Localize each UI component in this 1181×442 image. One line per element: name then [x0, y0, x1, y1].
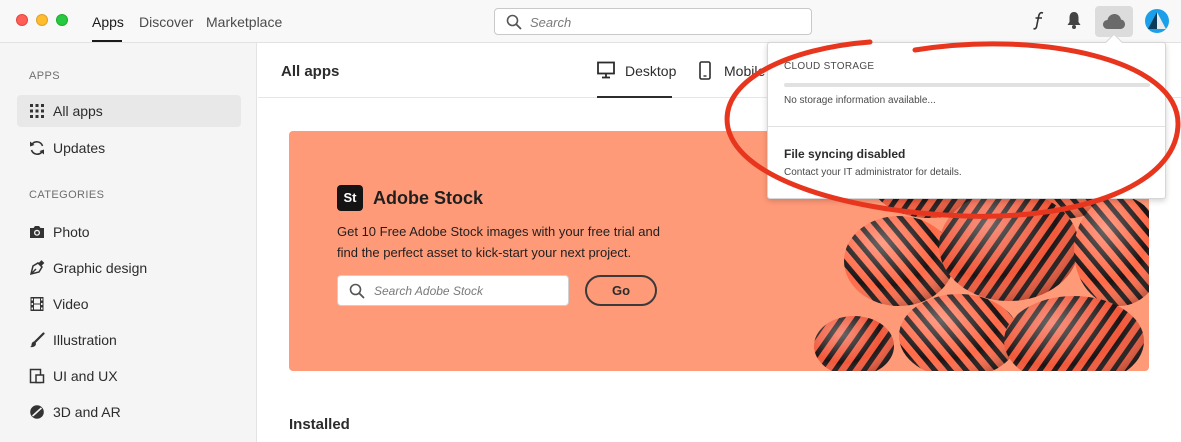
banner-description: Get 10 Free Adobe Stock images with your… — [337, 224, 661, 260]
stock-search[interactable] — [337, 275, 569, 306]
categories-heading: CATEGORIES — [29, 189, 105, 201]
tab-desktop-label: Desktop — [625, 63, 677, 79]
storage-info-text: No storage information available... — [784, 95, 936, 106]
storage-progress-bar — [784, 83, 1150, 87]
fonts-icon[interactable] — [1031, 10, 1047, 30]
sidebar-item-label: Photo — [53, 224, 90, 240]
sidebar-item-label: Graphic design — [53, 260, 148, 276]
avatar-image — [1148, 12, 1166, 29]
sidebar-item-label: Video — [53, 296, 89, 312]
minimize-window-button[interactable] — [36, 14, 48, 26]
tab-marketplace[interactable]: Marketplace — [206, 14, 282, 30]
ui-ux-icon — [29, 368, 45, 384]
search-icon — [506, 14, 522, 30]
global-search[interactable] — [494, 8, 812, 35]
sidebar-item-photo[interactable]: Photo — [17, 216, 241, 248]
close-window-button[interactable] — [16, 14, 28, 26]
cloud-storage-button[interactable] — [1095, 6, 1133, 37]
film-icon — [30, 297, 44, 311]
3d-icon — [30, 405, 44, 419]
phone-icon — [699, 61, 711, 80]
installed-heading: Installed — [289, 416, 350, 433]
sidebar-item-label: Illustration — [53, 332, 117, 348]
cloud-storage-heading: CLOUD STORAGE — [784, 61, 875, 72]
active-view-indicator — [597, 96, 672, 98]
sidebar-item-illustration[interactable]: Illustration — [17, 324, 241, 356]
sidebar: APPS All apps Updates CATEGORIES Photo G… — [0, 43, 257, 442]
cloud-icon — [1103, 14, 1125, 29]
sync-status-title: File syncing disabled — [784, 147, 906, 161]
sidebar-item-label: Updates — [53, 140, 106, 156]
sidebar-item-label: All apps — [53, 103, 103, 119]
avatar[interactable] — [1145, 9, 1169, 33]
sidebar-item-ui-ux[interactable]: UI and UX — [17, 360, 241, 392]
camera-icon — [30, 226, 44, 238]
stock-search-input[interactable] — [374, 282, 559, 300]
zoom-window-button[interactable] — [56, 14, 68, 26]
page-title: All apps — [281, 63, 340, 80]
go-button[interactable]: Go — [585, 275, 657, 306]
sidebar-item-label: UI and UX — [53, 368, 118, 384]
top-bar: Apps Discover Marketplace — [0, 0, 1181, 43]
search-icon — [349, 283, 365, 299]
sidebar-item-graphic-design[interactable]: Graphic design — [17, 252, 241, 284]
sidebar-item-3d-ar[interactable]: 3D and AR — [17, 396, 241, 428]
grid-icon — [30, 104, 44, 118]
adobe-stock-logo: St — [337, 185, 363, 211]
graphic-design-icon — [29, 260, 45, 276]
active-tab-indicator — [92, 40, 122, 42]
popover-divider — [768, 126, 1165, 127]
monitor-icon — [597, 61, 615, 79]
tab-apps[interactable]: Apps — [92, 14, 124, 30]
cloud-storage-popover: CLOUD STORAGE No storage information ava… — [767, 42, 1166, 199]
sync-status-description: Contact your IT administrator for detail… — [784, 167, 962, 178]
sidebar-item-all-apps[interactable]: All apps — [17, 95, 241, 127]
apps-heading: APPS — [29, 70, 60, 82]
sidebar-item-label: 3D and AR — [53, 404, 121, 420]
tab-discover[interactable]: Discover — [139, 14, 193, 30]
refresh-icon — [30, 141, 44, 155]
banner-title: Adobe Stock — [373, 188, 484, 208]
bell-icon[interactable] — [1066, 10, 1082, 30]
sidebar-item-updates[interactable]: Updates — [17, 132, 241, 164]
search-input[interactable] — [530, 13, 800, 31]
brush-icon — [30, 332, 45, 348]
tab-mobile-label: Mobile — [724, 63, 766, 79]
sidebar-item-video[interactable]: Video — [17, 288, 241, 320]
